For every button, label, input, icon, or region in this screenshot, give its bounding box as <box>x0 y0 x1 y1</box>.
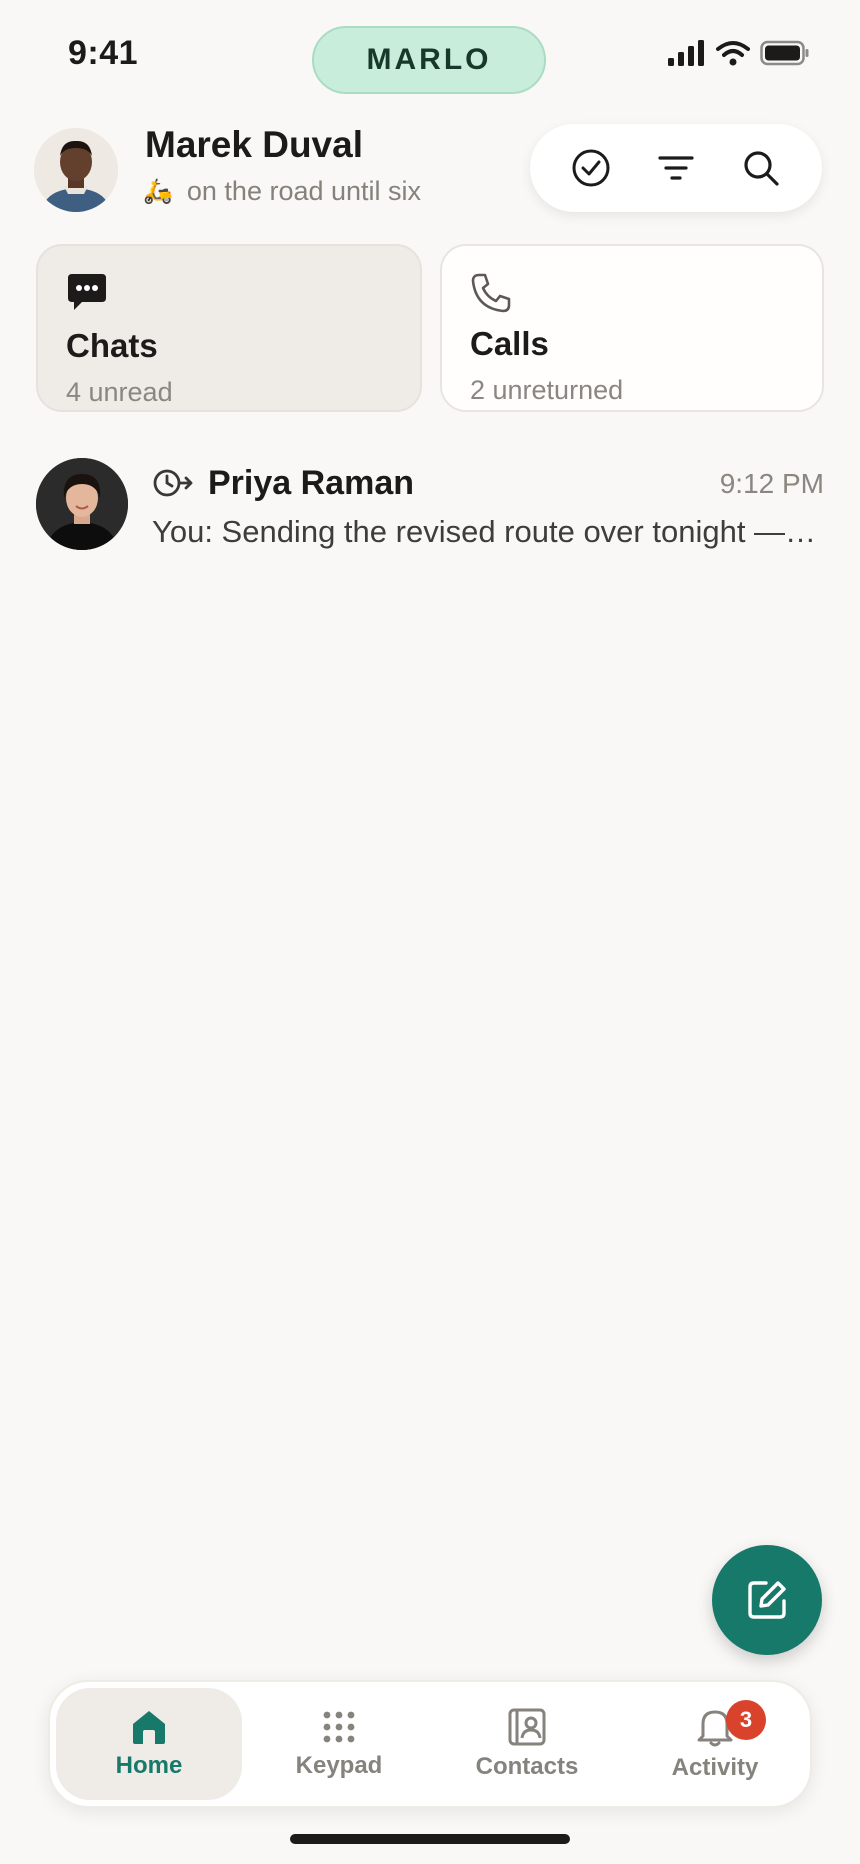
contacts-icon <box>508 1708 546 1746</box>
chats-subtitle: 4 unread <box>66 377 173 407</box>
calls-title: Calls <box>470 325 549 362</box>
home-icon <box>133 1711 165 1744</box>
compose-icon <box>748 1581 786 1619</box>
chats-title: Chats <box>66 327 158 364</box>
header-actions <box>530 124 822 212</box>
status-time: 9:41 <box>68 34 139 72</box>
tab-home[interactable]: Home <box>56 1688 242 1800</box>
user-status: 🛵 on the road until six <box>143 176 421 207</box>
filter-icon <box>658 156 694 180</box>
chats-card[interactable]: Chats 4 unread <box>36 244 422 412</box>
keypad-icon <box>323 1711 355 1743</box>
tab-label: Activity <box>671 1754 759 1781</box>
filter-button[interactable] <box>648 140 704 196</box>
notification-badge: 3 <box>726 1700 766 1740</box>
search-icon <box>744 151 779 186</box>
battery-icon <box>760 40 809 66</box>
home-indicator <box>290 1834 570 1844</box>
tab-contacts[interactable]: Contacts <box>434 1688 620 1800</box>
message-time: 9:12 PM <box>719 468 824 499</box>
calls-card[interactable]: Calls 2 unreturned <box>440 244 824 412</box>
wifi-icon <box>716 41 750 66</box>
phone-icon <box>471 273 511 313</box>
calls-subtitle: 2 unreturned <box>470 375 624 405</box>
status-emoji: 🛵 <box>143 178 173 205</box>
signal-icon <box>668 40 704 66</box>
user-avatar[interactable] <box>34 128 118 212</box>
brand-pill: MARLO <box>312 26 546 94</box>
status-icons <box>668 40 810 66</box>
compose-button[interactable] <box>712 1545 822 1655</box>
conversation-row[interactable]: Priya Raman 9:12 PM You: Sending the rev… <box>36 458 824 554</box>
bottom-tab-bar: Home Keypad Contacts Activity 3 <box>48 1680 812 1808</box>
user-name: Marek Duval <box>145 124 363 165</box>
status-text: on the road until six <box>186 176 422 206</box>
contact-name: Priya Raman <box>208 464 414 502</box>
tab-label: Contacts <box>475 1753 579 1780</box>
tab-label: Home <box>115 1752 183 1779</box>
tab-activity[interactable]: Activity 3 <box>622 1688 808 1800</box>
chat-bubble-icon <box>68 274 106 310</box>
select-button[interactable] <box>563 140 619 196</box>
tab-keypad[interactable]: Keypad <box>246 1688 432 1800</box>
search-button[interactable] <box>733 140 789 196</box>
scheduled-send-icon <box>153 469 193 497</box>
message-preview: You: Sending the revised route over toni… <box>152 514 817 549</box>
tab-label: Keypad <box>295 1752 383 1779</box>
contact-avatar <box>36 458 128 550</box>
check-circle-icon <box>572 149 610 187</box>
